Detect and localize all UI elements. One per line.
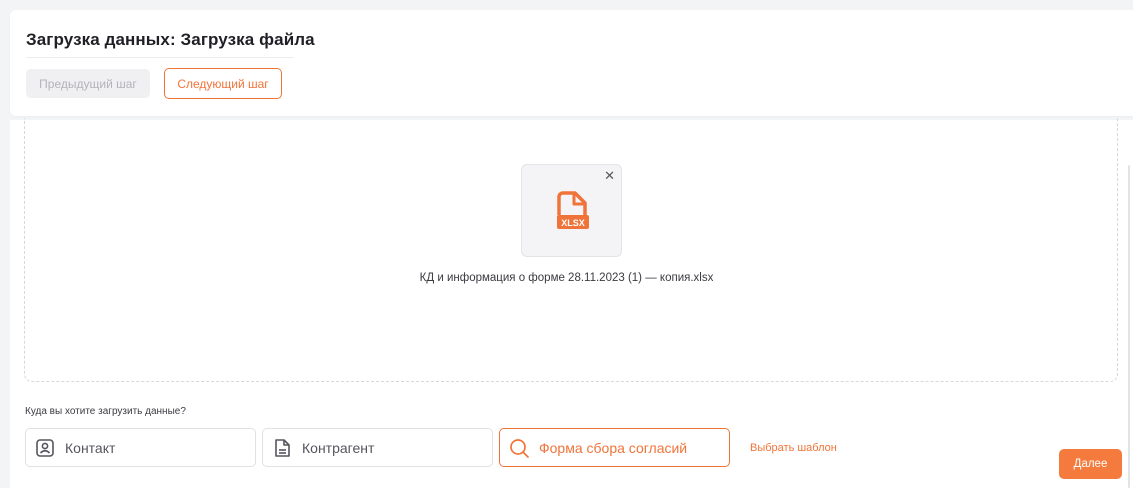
file-name: КД и информация о форме 28.11.2023 (1) —… (419, 272, 714, 284)
next-step-button[interactable]: Следующий шаг (164, 68, 282, 99)
continue-button[interactable]: Далее (1059, 449, 1122, 479)
destination-option-contact[interactable]: Контакт (25, 428, 256, 467)
destination-option-label: Контакт (65, 439, 116, 456)
previous-step-button[interactable]: Предыдущий шаг (26, 69, 150, 98)
search-icon (508, 437, 530, 459)
file-type-label: XLSX (561, 218, 585, 228)
uploaded-file-card: ✕ XLSX (521, 164, 622, 257)
title-divider (26, 57, 294, 58)
destination-option-consent-form[interactable]: Форма сбора согласий (499, 428, 730, 467)
choose-template-link[interactable]: Выбрать шаблон (750, 442, 837, 454)
document-icon (271, 437, 293, 459)
destination-option-label: Форма сбора согласий (539, 439, 688, 456)
step-header: Загрузка данных: Загрузка файла Предыдущ… (10, 10, 1133, 116)
destination-option-counterparty[interactable]: Контрагент (262, 428, 493, 467)
close-icon[interactable]: ✕ (604, 168, 615, 184)
page-title: Загрузка данных: Загрузка файла (26, 30, 315, 49)
destination-question: Куда вы хотите загрузить данные? (25, 406, 186, 417)
contact-icon (34, 437, 56, 459)
vertical-scrollbar[interactable] (1128, 165, 1130, 488)
destination-option-label: Контрагент (302, 439, 375, 456)
xlsx-file-icon: XLSX (557, 191, 589, 229)
